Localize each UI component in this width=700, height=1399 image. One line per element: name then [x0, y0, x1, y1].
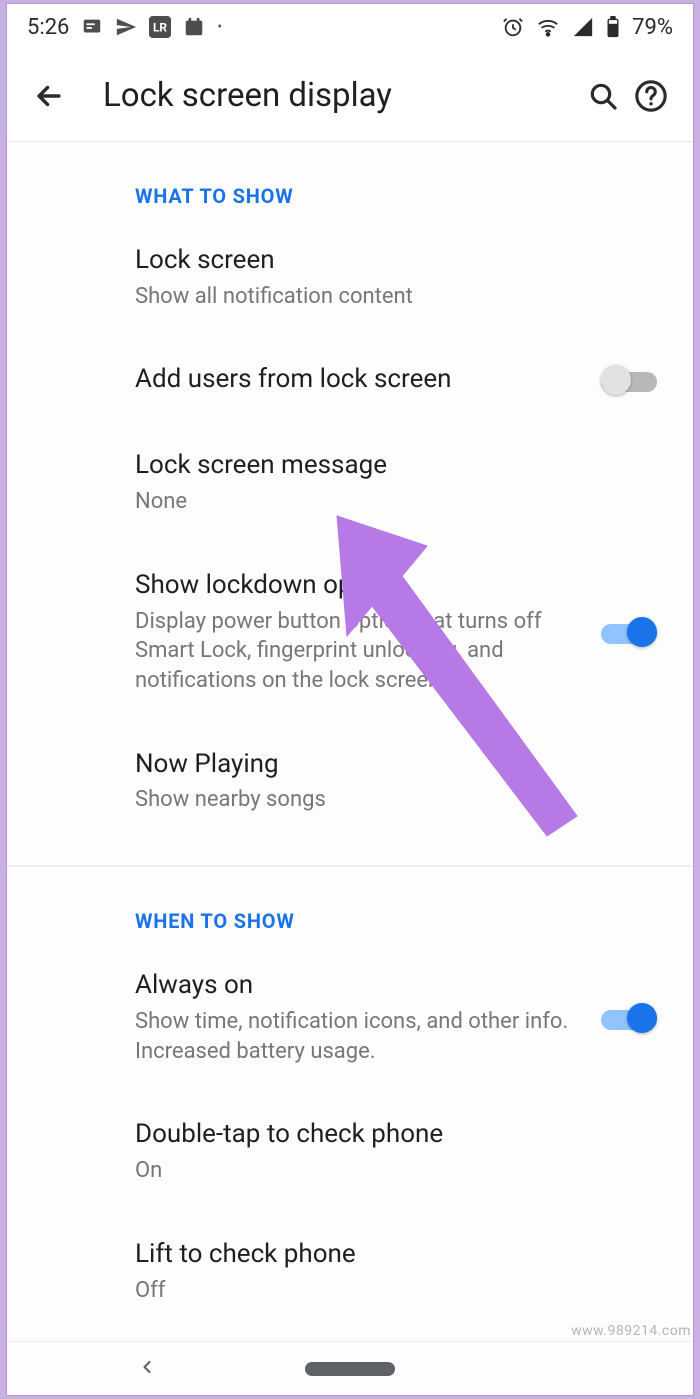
watermark: www.989214.com [571, 1323, 691, 1339]
switch-add-users[interactable] [601, 365, 657, 395]
status-battery-text: 79% [632, 15, 673, 40]
message-icon [81, 16, 103, 38]
setting-lock-screen[interactable]: Lock screen Show all notification conten… [7, 218, 693, 337]
setting-lock-screen-message[interactable]: Lock screen message None [7, 423, 693, 542]
setting-show-lockdown[interactable]: Show lockdown option Display power butto… [7, 543, 693, 722]
setting-sub: Show all notification content [135, 282, 641, 312]
page-title: Lock screen display [103, 76, 579, 115]
section-header-when: WHEN TO SHOW [7, 867, 693, 943]
signal-icon [572, 16, 594, 38]
switch-always-on[interactable] [601, 1003, 657, 1033]
setting-title: Add users from lock screen [135, 363, 585, 397]
nav-back-button[interactable] [137, 1357, 157, 1381]
setting-now-playing[interactable]: Now Playing Show nearby songs [7, 722, 693, 841]
setting-title: Lock screen message [135, 449, 641, 483]
content: WHAT TO SHOW Lock screen Show all notifi… [7, 142, 693, 1341]
help-button[interactable] [627, 72, 675, 120]
calendar-icon [183, 16, 205, 38]
section-header-what: WHAT TO SHOW [7, 142, 693, 218]
status-bar: 5:26 LR • [7, 4, 693, 50]
lr-app-icon: LR [149, 16, 171, 38]
setting-sub: On [135, 1156, 641, 1186]
search-button[interactable] [579, 72, 627, 120]
status-time: 5:26 [27, 15, 69, 40]
status-right: 79% [502, 15, 673, 40]
setting-title: Lift to check phone [135, 1238, 641, 1272]
setting-title: Always on [135, 969, 585, 1003]
back-button[interactable] [25, 72, 73, 120]
setting-sub: None [135, 487, 641, 517]
nav-home-pill[interactable] [305, 1362, 395, 1376]
setting-always-on[interactable]: Always on Show time, notification icons,… [7, 943, 693, 1092]
setting-title: Now Playing [135, 748, 641, 782]
battery-icon [606, 16, 620, 38]
app-bar: Lock screen display [7, 50, 693, 142]
section-what-to-show: WHAT TO SHOW Lock screen Show all notifi… [7, 142, 693, 866]
setting-title: Show lockdown option [135, 569, 585, 603]
dot-icon: • [217, 19, 222, 35]
setting-sub: Off [135, 1276, 641, 1306]
setting-title: Double-tap to check phone [135, 1118, 641, 1152]
setting-sub: Show nearby songs [135, 785, 641, 815]
wifi-icon [536, 16, 560, 38]
nav-bar [7, 1341, 693, 1395]
setting-title: Lock screen [135, 244, 641, 278]
status-left: 5:26 LR • [27, 15, 222, 40]
phone-screen: 5:26 LR • [6, 3, 694, 1396]
svg-text:LR: LR [153, 21, 167, 35]
send-icon [115, 16, 137, 38]
setting-lift-to-check[interactable]: Lift to check phone Off [7, 1212, 693, 1331]
alarm-icon [502, 16, 524, 38]
switch-show-lockdown[interactable] [601, 617, 657, 647]
setting-sub: Show time, notification icons, and other… [135, 1007, 585, 1066]
section-when-to-show: WHEN TO SHOW Always on Show time, notifi… [7, 866, 693, 1341]
setting-add-users[interactable]: Add users from lock screen [7, 337, 693, 423]
setting-double-tap[interactable]: Double-tap to check phone On [7, 1092, 693, 1211]
setting-sub: Display power button option that turns o… [135, 607, 585, 696]
